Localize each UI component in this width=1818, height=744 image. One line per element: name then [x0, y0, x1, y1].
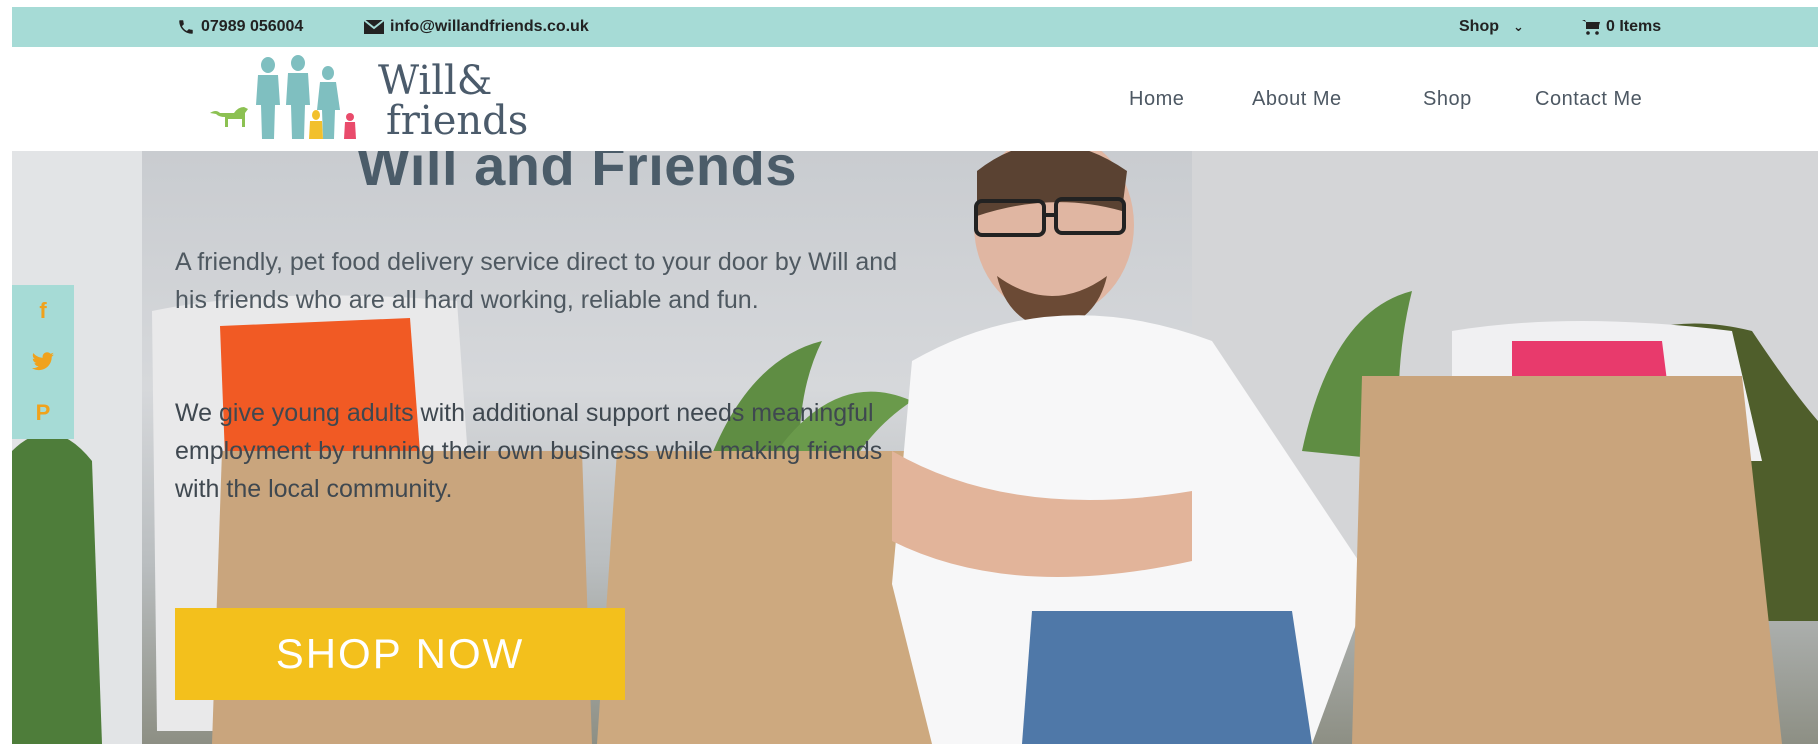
hero-mission: We give young adults with additional sup… — [175, 399, 883, 503]
email-address: info@willandfriends.co.uk — [390, 18, 589, 35]
logo-line1: Will& — [378, 58, 493, 104]
phone-link[interactable]: 07989 056004 — [177, 7, 303, 47]
envelope-icon — [364, 19, 384, 34]
cart-link[interactable]: 0 Items — [1582, 7, 1661, 47]
nav-contact-me[interactable]: Contact Me — [1535, 47, 1642, 151]
twitter-icon — [32, 352, 54, 371]
shop-dropdown[interactable]: Shop ⌄ — [1459, 7, 1524, 47]
social-share-bar: f P — [12, 285, 74, 439]
hero-banner: Will and Friends A friendly, pet food de… — [12, 151, 1818, 744]
pinterest-share-button[interactable]: P — [12, 388, 74, 439]
cart-icon — [1582, 20, 1600, 35]
shop-dropdown-label: Shop — [1459, 18, 1499, 35]
site-logo[interactable]: Will& friends — [208, 55, 533, 143]
phone-number: 07989 056004 — [201, 18, 304, 35]
nav-about-me[interactable]: About Me — [1252, 47, 1342, 151]
top-contact-bar: 07989 056004 info@willandfriends.co.uk S… — [12, 7, 1818, 47]
phone-icon — [179, 20, 193, 34]
twitter-share-button[interactable] — [12, 336, 74, 387]
shop-now-button[interactable]: SHOP NOW — [175, 608, 625, 700]
chevron-down-icon: ⌄ — [1513, 19, 1524, 34]
nav-shop[interactable]: Shop — [1423, 47, 1472, 151]
logo-figures-icon — [210, 55, 356, 139]
hero-title: Will and Friends — [357, 151, 797, 197]
pinterest-icon: P — [35, 400, 51, 426]
logo-line2: friends — [386, 98, 529, 144]
hero-intro: A friendly, pet food delivery service di… — [175, 248, 898, 314]
email-link[interactable]: info@willandfriends.co.uk — [364, 7, 589, 47]
facebook-share-button[interactable]: f — [12, 285, 74, 336]
nav-home[interactable]: Home — [1129, 47, 1184, 151]
cart-count: 0 Items — [1606, 18, 1662, 35]
facebook-icon: f — [39, 297, 47, 323]
logo-wordmark: Will& friends — [378, 55, 528, 143]
site-header: Will& friends Home About Me Shop Contact… — [12, 47, 1818, 151]
